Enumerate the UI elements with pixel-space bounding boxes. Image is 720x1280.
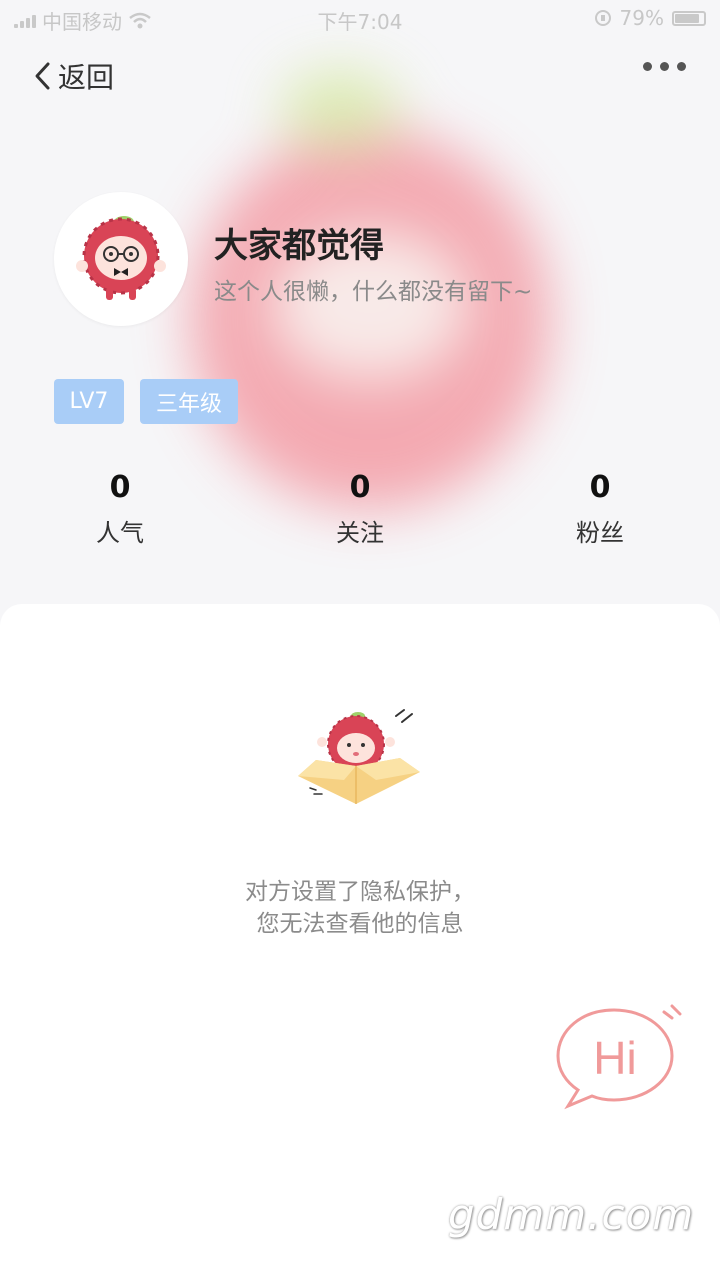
user-tags: LV7 三年级 — [54, 379, 239, 424]
stat-value: 0 — [589, 470, 611, 505]
battery-percent: 79% — [619, 6, 664, 30]
avatar[interactable] — [54, 192, 188, 326]
back-button[interactable]: 返回 — [32, 56, 114, 96]
username: 大家都觉得 — [214, 226, 384, 266]
privacy-message-line2: 您无法查看他的信息 — [256, 911, 464, 937]
lychee-mascot-avatar-icon — [76, 216, 166, 300]
battery-icon — [672, 10, 706, 26]
user-bio: 这个人很懒，什么都没有留下~ — [214, 279, 533, 305]
stat-value: 0 — [349, 470, 371, 505]
stat-popularity[interactable]: 0 人气 — [50, 470, 190, 548]
say-hi-button[interactable]: Hi — [554, 1004, 688, 1112]
more-dot-icon — [643, 62, 652, 71]
stat-label: 粉丝 — [576, 519, 624, 547]
more-dot-icon — [660, 62, 669, 71]
more-menu-button[interactable] — [643, 62, 686, 71]
mascot-in-box-icon — [298, 709, 420, 804]
nav-bar: 返回 — [0, 44, 720, 104]
stat-label: 人气 — [96, 519, 144, 547]
chevron-left-icon — [35, 62, 50, 90]
stat-label: 关注 — [336, 519, 384, 547]
status-right: 79% — [594, 6, 706, 30]
stat-following[interactable]: 0 关注 — [290, 470, 430, 548]
back-label: 返回 — [58, 61, 115, 94]
orientation-lock-icon — [594, 10, 611, 26]
privacy-message-line1: 对方设置了隐私保护， — [245, 879, 475, 905]
grade-badge: 三年级 — [140, 379, 239, 424]
profile-screen: 中国移动 下午7:04 79% 返回 大家都觉得 这个人很懒，什么都没有留下~ … — [0, 0, 720, 1280]
watermark-text: gdmm.com — [448, 1190, 695, 1239]
level-badge: LV7 — [54, 379, 124, 424]
stat-followers[interactable]: 0 粉丝 — [530, 470, 670, 548]
status-bar: 中国移动 下午7:04 79% — [0, 0, 720, 36]
hi-label: Hi — [593, 1032, 636, 1084]
stat-value: 0 — [109, 470, 131, 505]
content-card: 对方设置了隐私保护， 您无法查看他的信息 — [0, 604, 720, 1280]
more-dot-icon — [677, 62, 686, 71]
